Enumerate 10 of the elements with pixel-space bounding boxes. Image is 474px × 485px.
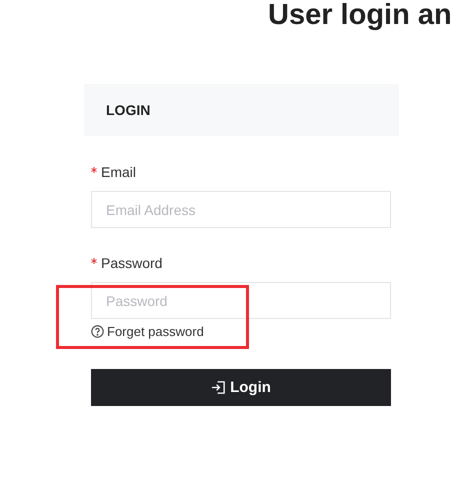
forgot-password-link[interactable]: Forget password (91, 322, 204, 342)
input-field[interactable]: Password (91, 282, 391, 319)
input-field[interactable]: Email Address (91, 191, 391, 228)
panel-title: LOGIN (106, 100, 150, 120)
login-button[interactable]: Login (91, 369, 391, 406)
field-label: Email (101, 162, 136, 182)
login-icon (211, 380, 226, 396)
help-icon (91, 325, 104, 338)
page-title: User login an (268, 0, 452, 33)
field-label: Password (101, 254, 162, 272)
